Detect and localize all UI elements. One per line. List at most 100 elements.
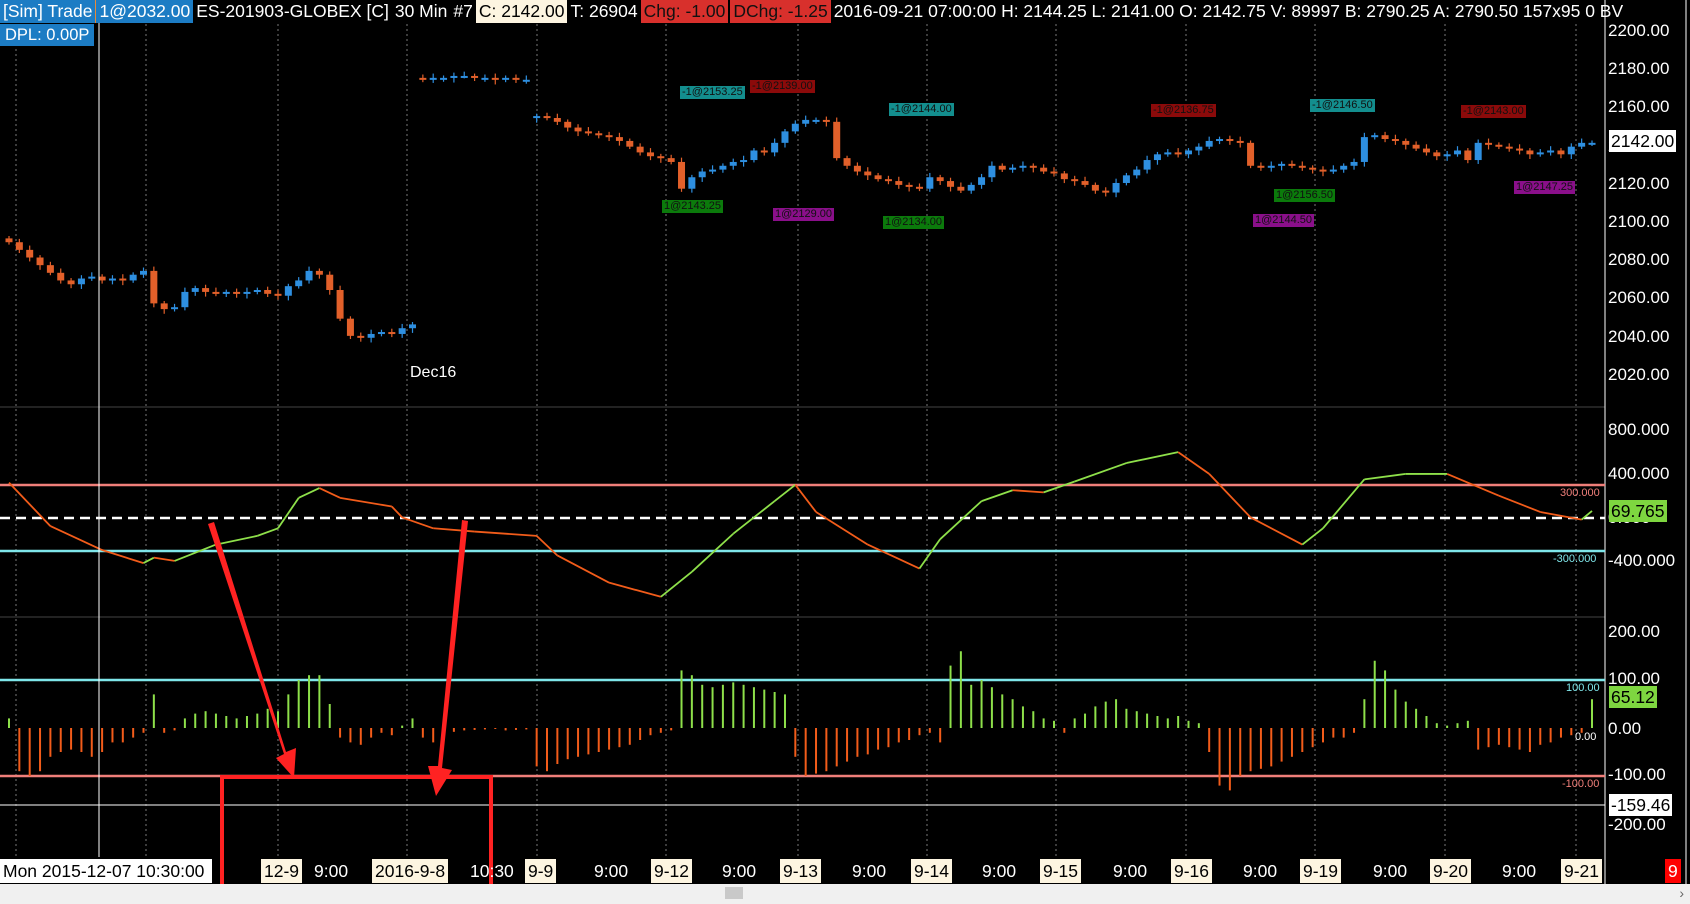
- candle-body: [522, 79, 530, 82]
- candle-body: [460, 75, 468, 78]
- corner-badge[interactable]: 9: [1665, 859, 1681, 883]
- candle: [160, 300, 168, 314]
- candle: [233, 288, 241, 298]
- candle-body: [1329, 169, 1337, 172]
- candle-body: [998, 165, 1006, 170]
- candle-body: [905, 184, 913, 187]
- candle: [1133, 166, 1141, 179]
- candle: [822, 116, 830, 127]
- candle: [1257, 162, 1265, 171]
- candle: [553, 113, 561, 125]
- candle-body: [326, 274, 334, 290]
- candle: [802, 115, 810, 127]
- oscillator-segment: [1364, 473, 1406, 481]
- trade-marker-label[interactable]: 1@2129.00: [773, 208, 835, 221]
- candle-body: [305, 270, 313, 281]
- candle: [967, 182, 975, 194]
- candle: [1391, 134, 1399, 145]
- candle-body: [978, 177, 986, 185]
- bar-details: 2016-09-21 07:00:00 H: 2144.25 L: 2141.0…: [833, 1, 1624, 21]
- tick-count: T: 26904: [570, 1, 638, 21]
- candle-body: [719, 165, 727, 170]
- trade-marker-label[interactable]: 1@2156.50: [1274, 189, 1336, 202]
- candle-body: [222, 291, 230, 294]
- candle: [171, 303, 179, 312]
- current-price-box: 2142.00: [1609, 130, 1677, 152]
- time-label: 9-21: [1561, 859, 1603, 883]
- candle: [1195, 143, 1203, 156]
- oscillator-tick-label: -400.000: [1608, 551, 1676, 570]
- candle-body: [1495, 144, 1503, 147]
- candle: [1288, 160, 1296, 169]
- time-label: 9-9: [525, 859, 557, 883]
- trade-marker-label[interactable]: 1@2144.50: [1253, 214, 1315, 227]
- candle: [512, 74, 520, 83]
- candle-body: [243, 291, 251, 294]
- candle: [419, 74, 427, 83]
- candle-body: [191, 288, 199, 292]
- candle: [791, 120, 799, 134]
- oscillator-segment: [319, 487, 341, 499]
- trade-marker-label[interactable]: -1@2144.00: [889, 103, 954, 116]
- candle-body: [491, 77, 499, 80]
- time-label: 9:00: [314, 861, 349, 881]
- oscillator-segment: [556, 554, 610, 584]
- candle-body: [160, 303, 168, 310]
- candle-body: [1485, 142, 1493, 145]
- scrollbar-thumb[interactable]: [725, 887, 743, 899]
- candle-body: [5, 238, 13, 243]
- time-label: 9:00: [1243, 861, 1278, 881]
- candle: [1547, 146, 1555, 156]
- arrow-right: [428, 520, 468, 796]
- histogram-tick-label: 0.00: [1608, 719, 1642, 738]
- candle: [119, 274, 127, 286]
- trade-marker-label[interactable]: 1@2134.00: [883, 216, 945, 229]
- candle: [988, 161, 996, 182]
- candle-body: [1526, 150, 1534, 155]
- candle: [409, 322, 417, 333]
- candle-body: [1536, 152, 1544, 155]
- candle: [202, 284, 210, 297]
- candle: [150, 266, 158, 308]
- trade-marker-label[interactable]: 1@2147.25: [1514, 181, 1576, 194]
- candle-body: [1060, 173, 1068, 180]
- trade-marker-label[interactable]: -1@2139.00: [750, 80, 815, 93]
- trade-marker-label[interactable]: -1@2143.00: [1461, 105, 1526, 118]
- candle-body: [284, 286, 292, 296]
- histogram-tick-label: -200.00: [1608, 815, 1666, 834]
- candle: [667, 154, 675, 165]
- candle: [1247, 140, 1255, 169]
- candle: [1422, 144, 1430, 156]
- oscillator-segment: [143, 556, 155, 564]
- candle: [1485, 138, 1493, 150]
- trade-marker-label[interactable]: -1@2153.25: [680, 86, 745, 99]
- scroll-right-icon[interactable]: ›: [1679, 885, 1684, 901]
- chart-canvas[interactable]: [0, 0, 1690, 904]
- time-label: 9-19: [1300, 859, 1342, 883]
- candle: [884, 175, 892, 185]
- candle: [615, 132, 623, 146]
- oscillator-segment: [1043, 480, 1075, 494]
- candle: [440, 75, 448, 82]
- candle-body: [812, 119, 820, 122]
- candle: [688, 174, 696, 193]
- candle: [88, 272, 96, 281]
- arrow-left: [208, 522, 296, 778]
- candle: [491, 73, 499, 85]
- candle-body: [1029, 165, 1037, 168]
- candle: [450, 72, 458, 83]
- candle-body: [1133, 169, 1141, 176]
- candle: [15, 238, 23, 254]
- candle: [874, 172, 882, 182]
- candle: [346, 316, 354, 340]
- candle: [998, 163, 1006, 172]
- candle: [108, 275, 116, 285]
- candle-body: [781, 131, 789, 143]
- horizontal-scrollbar[interactable]: ›: [0, 884, 1690, 904]
- oscillator-segment: [608, 581, 662, 598]
- candle: [760, 147, 768, 156]
- candle-body: [771, 142, 779, 153]
- trade-marker-label[interactable]: 1@2143.25: [662, 200, 724, 213]
- trade-marker-label[interactable]: -1@2146.50: [1310, 99, 1375, 112]
- trade-marker-label[interactable]: -1@2136.75: [1151, 104, 1216, 117]
